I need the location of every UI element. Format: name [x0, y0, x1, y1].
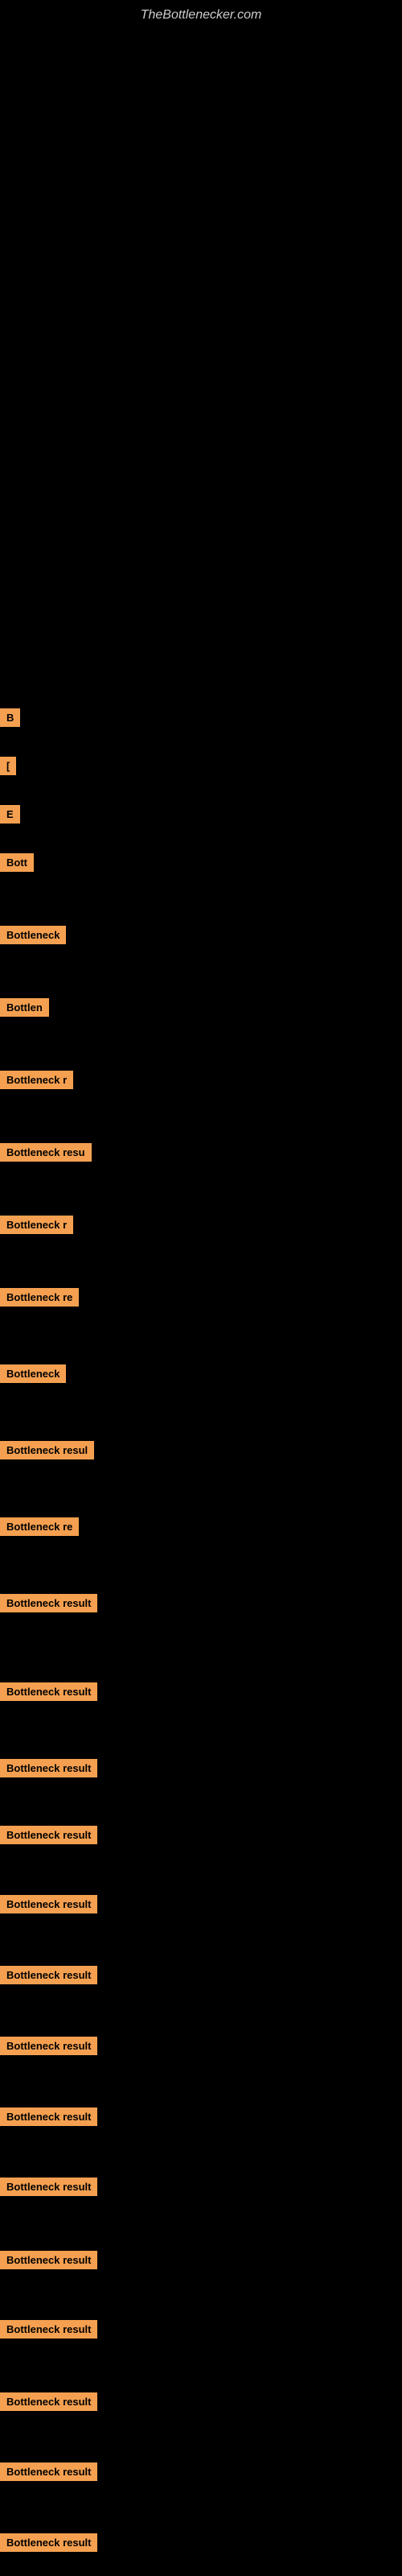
bottleneck-result-label: E	[0, 805, 20, 824]
bottleneck-result-label: Bottleneck result	[0, 2178, 97, 2196]
bottleneck-result-label: Bottleneck result	[0, 2462, 97, 2481]
bottleneck-result-label: Bottleneck result	[0, 1682, 97, 1701]
bottleneck-result-label: Bottleneck result	[0, 2533, 97, 2552]
bottleneck-result-label: Bottleneck result	[0, 2251, 97, 2269]
bottleneck-result-label: Bottleneck result	[0, 1826, 97, 1844]
bottleneck-result-label: Bottleneck re	[0, 1517, 79, 1536]
bottleneck-result-label: [	[0, 757, 16, 775]
bottleneck-result-label: Bottleneck result	[0, 2320, 97, 2339]
bottleneck-result-label: Bottleneck	[0, 926, 66, 944]
bottleneck-result-label: Bottleneck result	[0, 2037, 97, 2055]
bottleneck-result-label: Bottleneck re	[0, 1288, 79, 1307]
bottleneck-result-label: Bottleneck r	[0, 1216, 73, 1234]
bottleneck-result-label: Bottleneck result	[0, 2107, 97, 2126]
bottleneck-result-label: B	[0, 708, 20, 727]
bottleneck-result-label: Bottleneck resul	[0, 1441, 94, 1459]
bottleneck-result-label: Bott	[0, 853, 34, 872]
bottleneck-result-label: Bottleneck result	[0, 1895, 97, 1913]
bottleneck-result-label: Bottleneck r	[0, 1071, 73, 1089]
bottleneck-result-label: Bottleneck	[0, 1364, 66, 1383]
bottleneck-result-label: Bottleneck result	[0, 1594, 97, 1612]
bottleneck-result-label: Bottleneck resu	[0, 1143, 92, 1162]
site-title: TheBottlenecker.com	[0, 0, 402, 23]
bottleneck-result-label: Bottlen	[0, 998, 49, 1017]
bottleneck-result-label: Bottleneck result	[0, 1759, 97, 1777]
bottleneck-result-label: Bottleneck result	[0, 1966, 97, 1984]
bottleneck-result-label: Bottleneck result	[0, 2392, 97, 2411]
